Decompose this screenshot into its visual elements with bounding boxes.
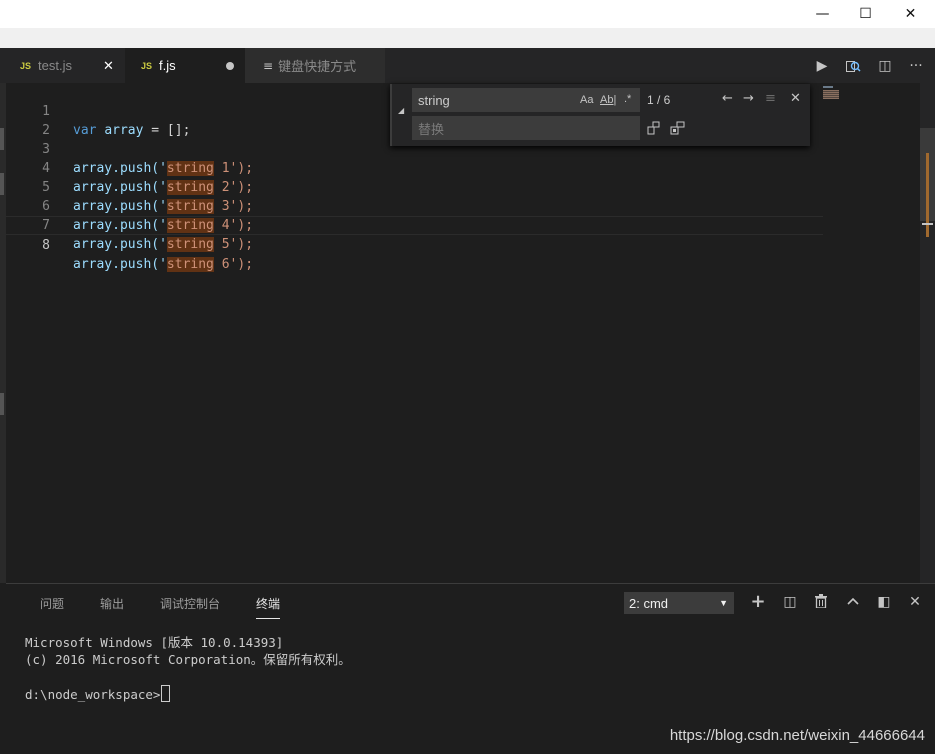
- trash-icon[interactable]: [811, 594, 831, 612]
- code-prefix: array.push(': [73, 237, 167, 252]
- replace-all-icon[interactable]: [670, 121, 686, 135]
- code-suffix: 6');: [213, 257, 254, 272]
- close-find-icon[interactable]: ✕: [790, 91, 801, 106]
- tab-output[interactable]: 输出: [100, 595, 124, 612]
- maximize-button[interactable]: ☐: [843, 0, 888, 28]
- add-terminal-icon[interactable]: +: [748, 591, 768, 612]
- js-file-icon: JS: [20, 60, 32, 71]
- replace-icon[interactable]: [647, 121, 661, 135]
- toggle-panel-position-icon[interactable]: ◧: [874, 594, 894, 610]
- tab-label: 键盘快捷方式: [278, 59, 357, 74]
- editor-scrollbar[interactable]: [920, 83, 935, 583]
- code-editor[interactable]: 1 var array = []; 2 3 array.push('string…: [6, 83, 920, 583]
- unsaved-dot-icon[interactable]: [226, 62, 234, 70]
- code-line: 7 array.push('string 5');: [6, 197, 823, 252]
- list-icon: ≡: [263, 58, 274, 73]
- chevron-down-icon: ▼: [719, 598, 728, 608]
- tab-keyboard-shortcuts[interactable]: ≡ 键盘快捷方式: [245, 48, 385, 83]
- maximize-panel-icon[interactable]: [843, 594, 863, 610]
- terminal-line: (c) 2016 Microsoft Corporation。保留所有权利。: [25, 652, 351, 667]
- window-titlebar: — ☐ ✕: [0, 0, 935, 28]
- prompt-text: d:\node_workspace>: [25, 687, 161, 702]
- tab-label: f.js: [159, 58, 176, 73]
- match-case-icon[interactable]: Aa: [580, 94, 593, 106]
- terminal-prompt[interactable]: d:\node_workspace>: [25, 685, 171, 703]
- terminal-line: Microsoft Windows [版本 10.0.14393]: [25, 635, 284, 650]
- open-changes-icon[interactable]: [840, 48, 866, 83]
- more-actions-icon[interactable]: ···: [903, 48, 929, 83]
- tab-debug-console[interactable]: 调试控制台: [160, 595, 220, 612]
- terminal-select[interactable]: 2: cmd ▼: [624, 592, 734, 614]
- regex-icon[interactable]: .*: [624, 93, 631, 105]
- code-line: 5 array.push('string 3');: [6, 159, 823, 214]
- watermark: https://blog.csdn.net/weixin_44666644: [669, 727, 925, 744]
- find-widget: ◢ string Aa Ab| .* 1 / 6 ← → ≡ ✕ 替换: [390, 84, 810, 146]
- terminal-cursor: [161, 685, 171, 702]
- terminal-select-value: 2: cmd: [629, 595, 669, 611]
- match-count: 1 / 6: [647, 93, 671, 107]
- previous-match-icon[interactable]: ←: [722, 91, 733, 106]
- editor-tab-bar: JS test.js ✕ JS f.js ≡ 键盘快捷方式: [0, 48, 935, 83]
- minimize-button[interactable]: —: [800, 0, 845, 28]
- close-icon[interactable]: ✕: [103, 58, 114, 74]
- toggle-replace-icon[interactable]: ◢: [398, 106, 404, 115]
- close-panel-icon[interactable]: ✕: [905, 594, 925, 610]
- tab-label: test.js: [38, 58, 72, 73]
- tab-terminal[interactable]: 终端: [256, 595, 281, 619]
- split-editor-icon[interactable]: ◫: [872, 48, 898, 83]
- code-line-current: 8 array.push('string 6');: [6, 216, 823, 272]
- find-query-text: string: [418, 92, 450, 108]
- line-number: 8: [42, 238, 50, 253]
- run-icon[interactable]: ▶: [809, 48, 835, 83]
- tab-test-js[interactable]: JS test.js ✕: [0, 48, 125, 83]
- replace-input[interactable]: 替换: [412, 116, 640, 140]
- find-match: string: [166, 237, 214, 252]
- close-window-button[interactable]: ✕: [888, 0, 933, 28]
- code-line: 6 array.push('string 4');: [6, 178, 823, 233]
- whole-word-icon[interactable]: Ab|: [600, 94, 616, 106]
- tab-f-js[interactable]: JS f.js: [125, 48, 245, 83]
- split-terminal-icon[interactable]: ◫: [780, 594, 800, 610]
- find-in-selection-icon[interactable]: ≡: [765, 91, 776, 106]
- tab-problems[interactable]: 问题: [40, 595, 64, 612]
- find-match: string: [166, 257, 214, 272]
- next-match-icon[interactable]: →: [743, 91, 754, 106]
- minimap[interactable]: [823, 86, 845, 99]
- menu-strip: [0, 28, 935, 48]
- replace-placeholder: 替换: [418, 121, 445, 137]
- code-suffix: 5');: [213, 237, 254, 252]
- code-prefix: array.push(': [73, 257, 167, 272]
- js-file-icon: JS: [141, 60, 153, 71]
